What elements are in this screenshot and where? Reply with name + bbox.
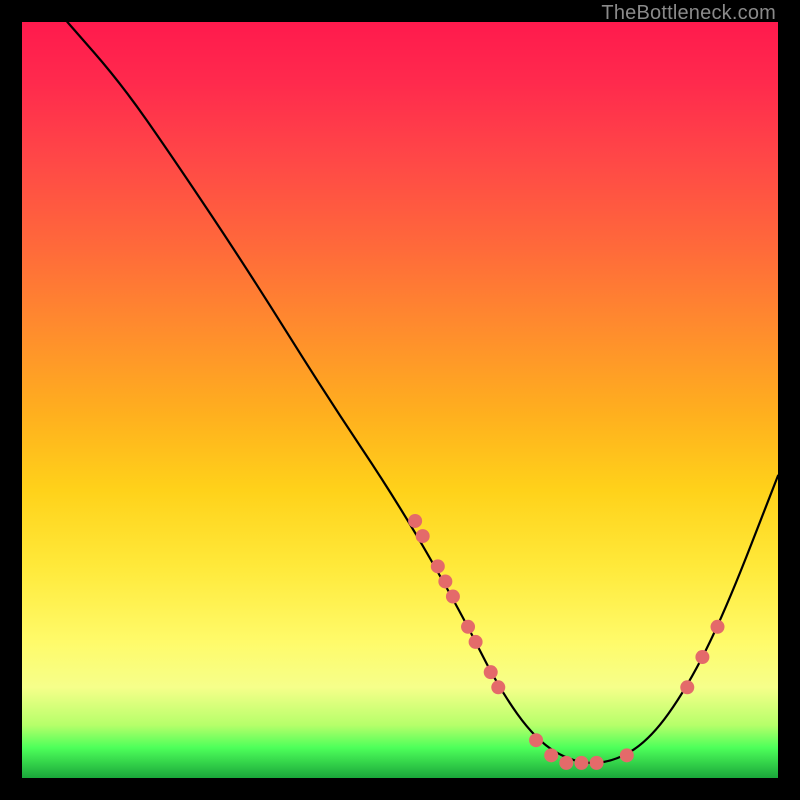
- curve-marker: [408, 514, 422, 528]
- curve-marker: [680, 680, 694, 694]
- curve-marker: [446, 590, 460, 604]
- curve-marker: [469, 635, 483, 649]
- chart-stage: TheBottleneck.com: [0, 0, 800, 800]
- curve-markers: [408, 514, 724, 770]
- curve-marker: [590, 756, 604, 770]
- curve-marker: [431, 559, 445, 573]
- curve-marker: [484, 665, 498, 679]
- curve-marker: [559, 756, 573, 770]
- curve-marker: [711, 620, 725, 634]
- curve-marker: [438, 574, 452, 588]
- chart-svg: [22, 22, 778, 778]
- curve-marker: [544, 748, 558, 762]
- curve-marker: [574, 756, 588, 770]
- curve-marker: [620, 748, 634, 762]
- plot-area: [22, 22, 778, 778]
- curve-marker: [491, 680, 505, 694]
- attribution-label: TheBottleneck.com: [601, 2, 776, 25]
- curve-marker: [416, 529, 430, 543]
- curve-marker: [695, 650, 709, 664]
- curve-marker: [529, 733, 543, 747]
- bottleneck-curve: [67, 22, 778, 763]
- curve-marker: [461, 620, 475, 634]
